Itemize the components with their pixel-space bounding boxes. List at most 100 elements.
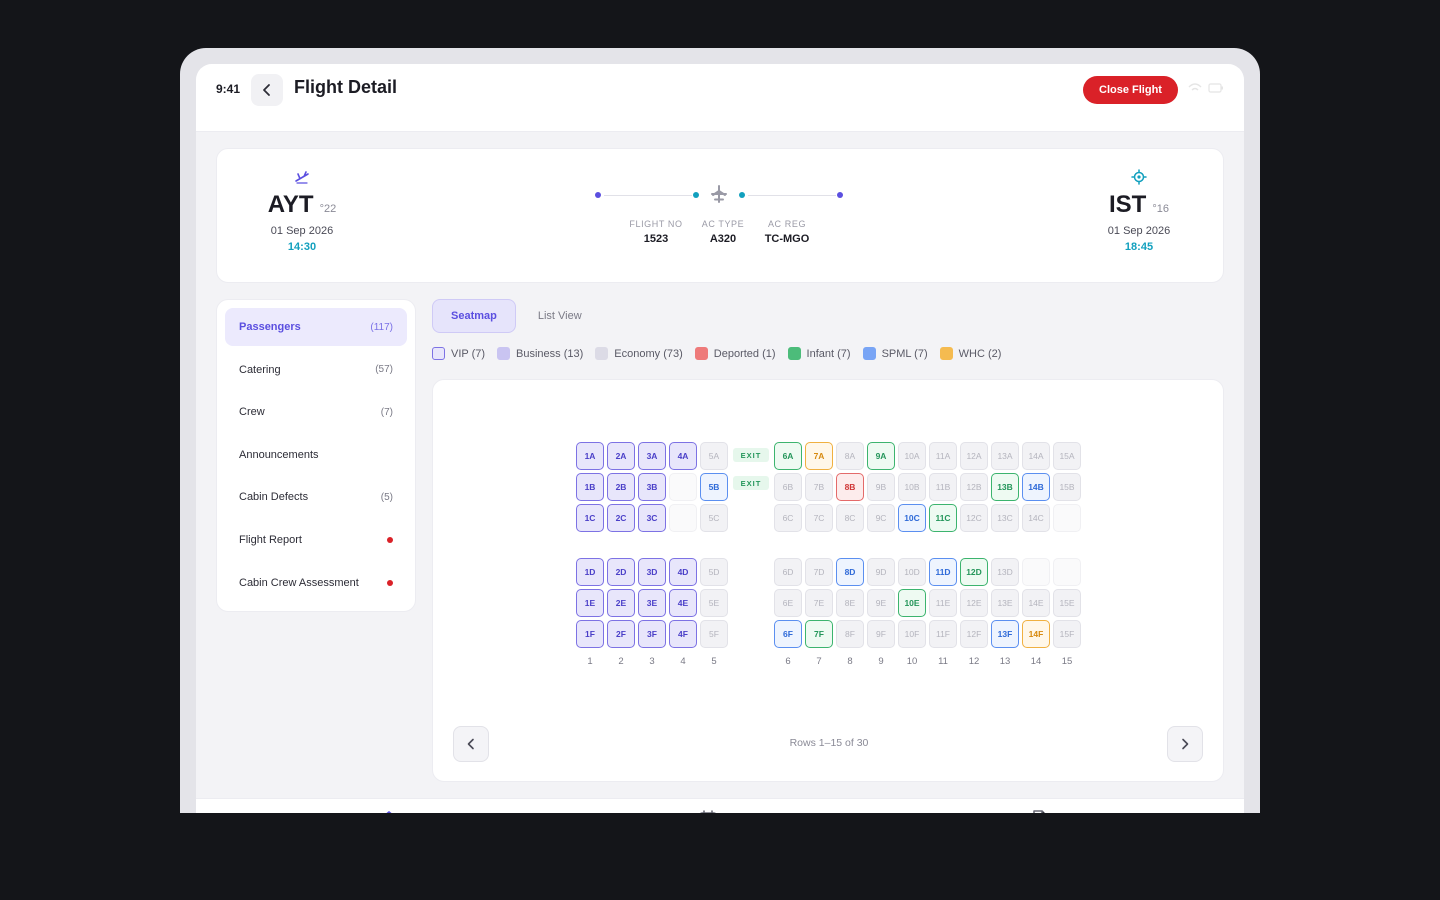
seat-12c[interactable]: 12C bbox=[960, 504, 988, 532]
seat-15a[interactable]: 15A bbox=[1053, 442, 1081, 470]
seat-13b[interactable]: 13B bbox=[991, 473, 1019, 501]
seat-11f[interactable]: 11F bbox=[929, 620, 957, 648]
seat-6f[interactable]: 6F bbox=[774, 620, 802, 648]
seat-2e[interactable]: 2E bbox=[607, 589, 635, 617]
seat-10e[interactable]: 10E bbox=[898, 589, 926, 617]
seat-13c[interactable]: 13C bbox=[991, 504, 1019, 532]
seat-11c[interactable]: 11C bbox=[929, 504, 957, 532]
seat-5f[interactable]: 5F bbox=[700, 620, 728, 648]
seat-14e[interactable]: 14E bbox=[1022, 589, 1050, 617]
seat-12e[interactable]: 12E bbox=[960, 589, 988, 617]
seat-7d[interactable]: 7D bbox=[805, 558, 833, 586]
seat-4e[interactable]: 4E bbox=[669, 589, 697, 617]
seat-14a[interactable]: 14A bbox=[1022, 442, 1050, 470]
seat-7c[interactable]: 7C bbox=[805, 504, 833, 532]
sidebar-item-cabin-crew-assessment[interactable]: Cabin Crew Assessment bbox=[225, 564, 407, 602]
seat-11b[interactable]: 11B bbox=[929, 473, 957, 501]
seat-2b[interactable]: 2B bbox=[607, 473, 635, 501]
seat-11a[interactable]: 11A bbox=[929, 442, 957, 470]
seat-8a[interactable]: 8A bbox=[836, 442, 864, 470]
back-button[interactable] bbox=[251, 74, 283, 106]
seat-3e[interactable]: 3E bbox=[638, 589, 666, 617]
seat-9c[interactable]: 9C bbox=[867, 504, 895, 532]
seat-3b[interactable]: 3B bbox=[638, 473, 666, 501]
sidebar-item-catering[interactable]: Catering (57) bbox=[225, 351, 407, 389]
sidebar-item-crew[interactable]: Crew (7) bbox=[225, 393, 407, 431]
seat-1d[interactable]: 1D bbox=[576, 558, 604, 586]
seat-9b[interactable]: 9B bbox=[867, 473, 895, 501]
calendar-tab[interactable] bbox=[697, 809, 719, 813]
seat-3d[interactable]: 3D bbox=[638, 558, 666, 586]
seat-1c[interactable]: 1C bbox=[576, 504, 604, 532]
seat-13a[interactable]: 13A bbox=[991, 442, 1019, 470]
seat-2f[interactable]: 2F bbox=[607, 620, 635, 648]
seat-14c[interactable]: 14C bbox=[1022, 504, 1050, 532]
seat-4f[interactable]: 4F bbox=[669, 620, 697, 648]
seat-6d[interactable]: 6D bbox=[774, 558, 802, 586]
seat-9f[interactable]: 9F bbox=[867, 620, 895, 648]
seat-2a[interactable]: 2A bbox=[607, 442, 635, 470]
seat-1a[interactable]: 1A bbox=[576, 442, 604, 470]
documents-tab[interactable] bbox=[1029, 809, 1051, 813]
seat-1f[interactable]: 1F bbox=[576, 620, 604, 648]
seat-6b[interactable]: 6B bbox=[774, 473, 802, 501]
seat-8d[interactable]: 8D bbox=[836, 558, 864, 586]
seat-12a[interactable]: 12A bbox=[960, 442, 988, 470]
seat-6e[interactable]: 6E bbox=[774, 589, 802, 617]
seat-14b[interactable]: 14B bbox=[1022, 473, 1050, 501]
seat-9d[interactable]: 9D bbox=[867, 558, 895, 586]
seat-3c[interactable]: 3C bbox=[638, 504, 666, 532]
seat-3f[interactable]: 3F bbox=[638, 620, 666, 648]
seat-8c[interactable]: 8C bbox=[836, 504, 864, 532]
seat-7b[interactable]: 7B bbox=[805, 473, 833, 501]
seat-5a[interactable]: 5A bbox=[700, 442, 728, 470]
seat-12d[interactable]: 12D bbox=[960, 558, 988, 586]
seat-10d[interactable]: 10D bbox=[898, 558, 926, 586]
seat-9a[interactable]: 9A bbox=[867, 442, 895, 470]
tab-list-view[interactable]: List View bbox=[520, 299, 600, 333]
seat-14f[interactable]: 14F bbox=[1022, 620, 1050, 648]
seat-1b[interactable]: 1B bbox=[576, 473, 604, 501]
seat-3a[interactable]: 3A bbox=[638, 442, 666, 470]
seat-13f[interactable]: 13F bbox=[991, 620, 1019, 648]
seat-2d[interactable]: 2D bbox=[607, 558, 635, 586]
seat-8f[interactable]: 8F bbox=[836, 620, 864, 648]
seat-6c[interactable]: 6C bbox=[774, 504, 802, 532]
seat-15f[interactable]: 15F bbox=[1053, 620, 1081, 648]
sidebar-item-passengers[interactable]: Passengers (117) bbox=[225, 308, 407, 346]
seat-5d[interactable]: 5D bbox=[700, 558, 728, 586]
seat-10f[interactable]: 10F bbox=[898, 620, 926, 648]
seat-15b[interactable]: 15B bbox=[1053, 473, 1081, 501]
seat-7a[interactable]: 7A bbox=[805, 442, 833, 470]
seat-13e[interactable]: 13E bbox=[991, 589, 1019, 617]
seat-4a[interactable]: 4A bbox=[669, 442, 697, 470]
seat-15e[interactable]: 15E bbox=[1053, 589, 1081, 617]
seat-10a[interactable]: 10A bbox=[898, 442, 926, 470]
seat-13d[interactable]: 13D bbox=[991, 558, 1019, 586]
seat-8b[interactable]: 8B bbox=[836, 473, 864, 501]
tab-seatmap[interactable]: Seatmap bbox=[432, 299, 516, 333]
seat-12b[interactable]: 12B bbox=[960, 473, 988, 501]
sidebar-item-flight-report[interactable]: Flight Report bbox=[225, 521, 407, 559]
seat-5e[interactable]: 5E bbox=[700, 589, 728, 617]
seat-7f[interactable]: 7F bbox=[805, 620, 833, 648]
sidebar-item-announcements[interactable]: Announcements bbox=[225, 436, 407, 474]
next-page-button[interactable] bbox=[1167, 726, 1203, 762]
sidebar-item-cabin-defects[interactable]: Cabin Defects (5) bbox=[225, 478, 407, 516]
home-tab[interactable] bbox=[378, 809, 400, 813]
seat-6a[interactable]: 6A bbox=[774, 442, 802, 470]
seat-5c[interactable]: 5C bbox=[700, 504, 728, 532]
seat-10b[interactable]: 10B bbox=[898, 473, 926, 501]
seat-10c[interactable]: 10C bbox=[898, 504, 926, 532]
seat-2c[interactable]: 2C bbox=[607, 504, 635, 532]
seat-11e[interactable]: 11E bbox=[929, 589, 957, 617]
seat-4d[interactable]: 4D bbox=[669, 558, 697, 586]
seat-11d[interactable]: 11D bbox=[929, 558, 957, 586]
seat-9e[interactable]: 9E bbox=[867, 589, 895, 617]
seat-7e[interactable]: 7E bbox=[805, 589, 833, 617]
seat-5b[interactable]: 5B bbox=[700, 473, 728, 501]
seat-12f[interactable]: 12F bbox=[960, 620, 988, 648]
close-flight-button[interactable]: Close Flight bbox=[1083, 76, 1178, 104]
seat-8e[interactable]: 8E bbox=[836, 589, 864, 617]
seat-1e[interactable]: 1E bbox=[576, 589, 604, 617]
